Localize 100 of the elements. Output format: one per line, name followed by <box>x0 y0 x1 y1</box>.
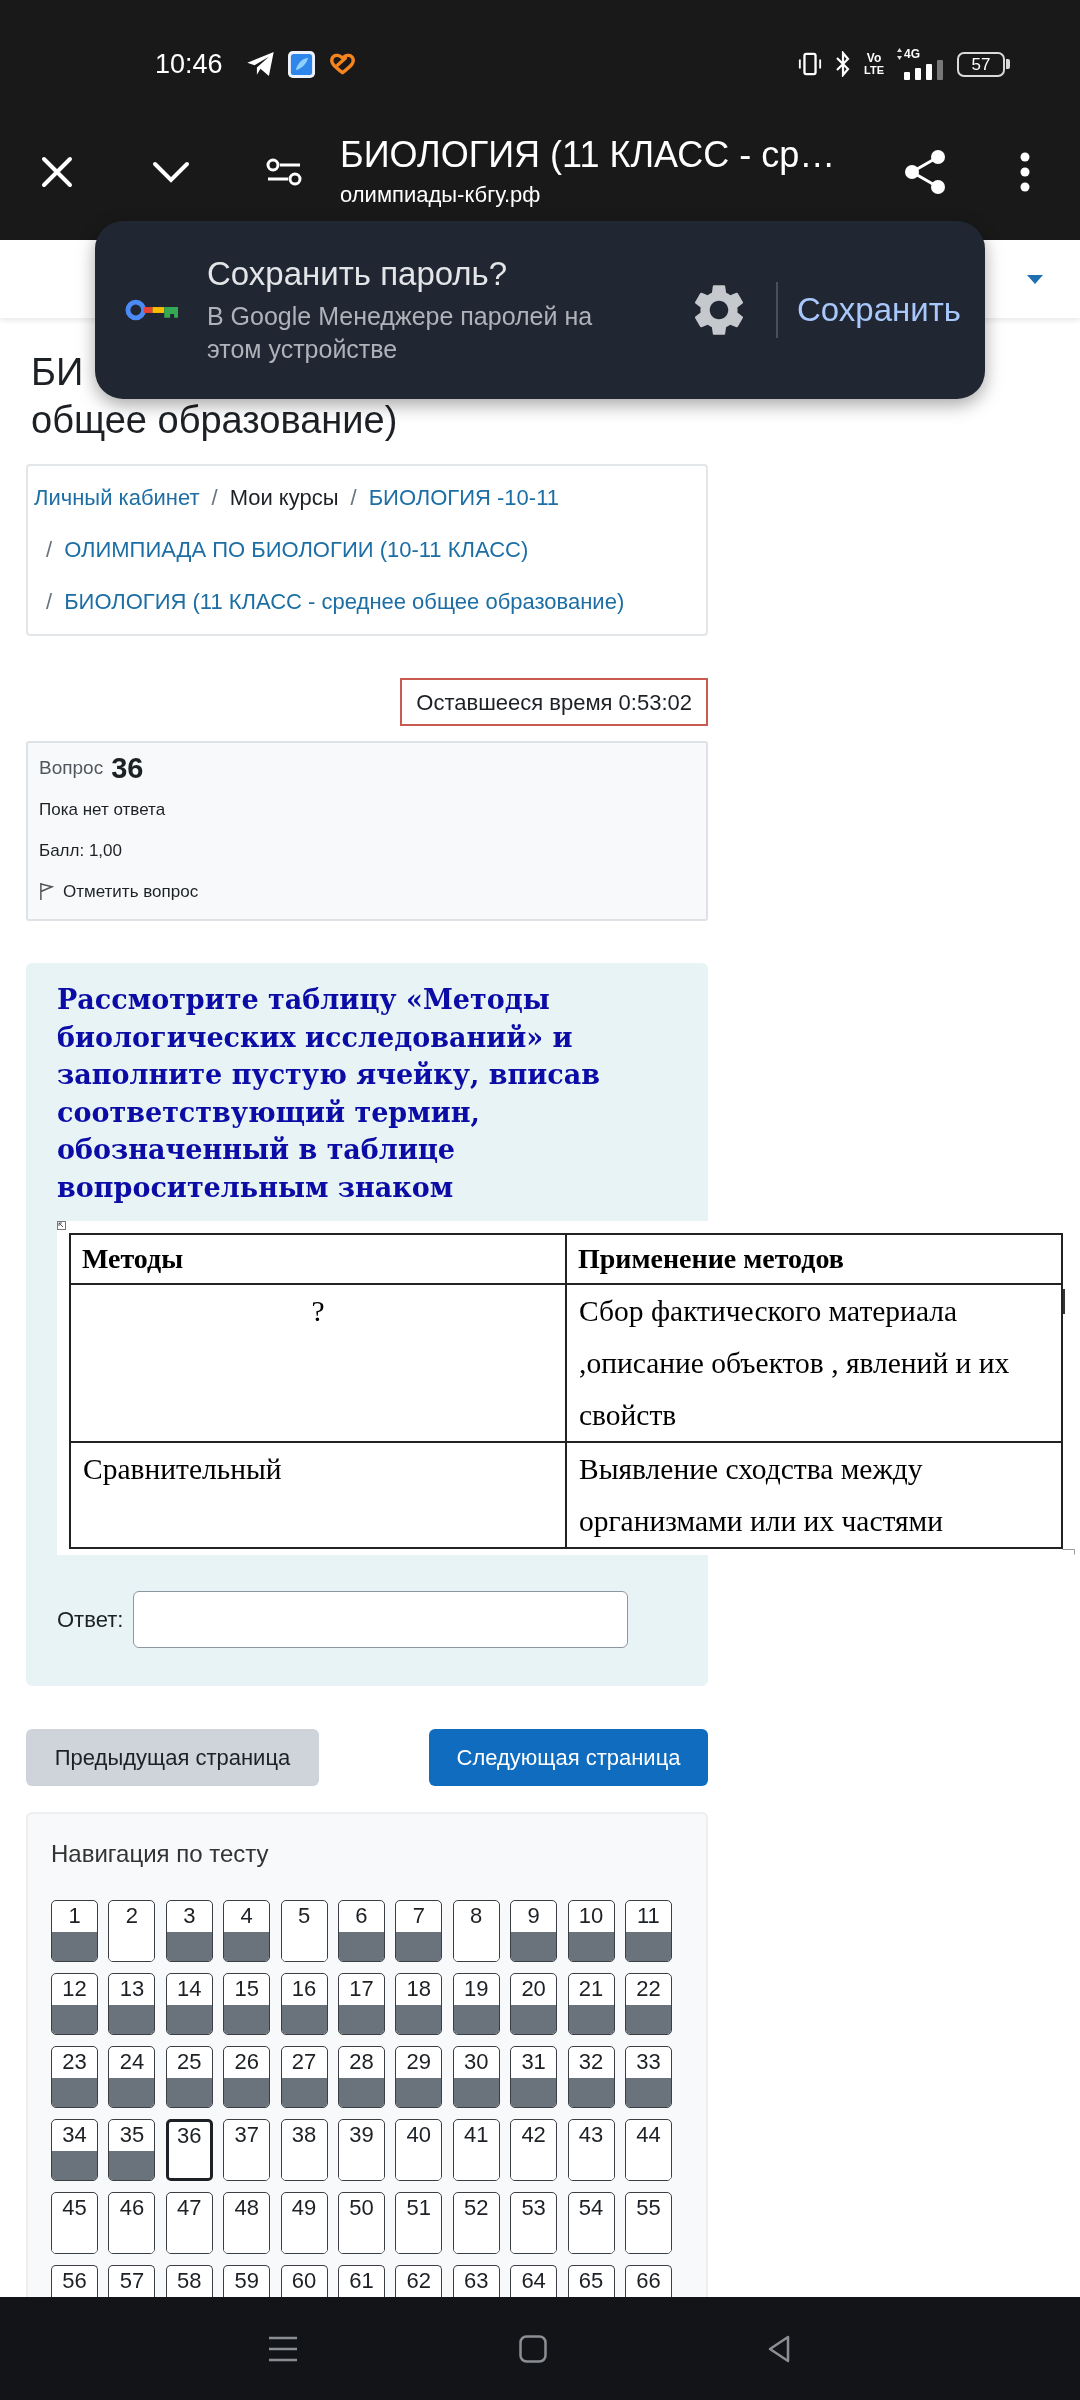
question-nav-button[interactable]: 37 <box>223 2119 271 2181</box>
question-nav-button[interactable]: 49 <box>280 2192 328 2254</box>
question-nav-button[interactable]: 62 <box>395 2265 443 2297</box>
data-arrows-icon <box>897 48 902 60</box>
question-nav-button[interactable]: 33 <box>624 2046 672 2108</box>
breadcrumb-separator: / <box>46 588 54 616</box>
breadcrumb-link[interactable]: Личный кабинет <box>34 472 200 524</box>
home-square-icon[interactable] <box>519 2334 547 2363</box>
question-nav-button[interactable]: 60 <box>280 2265 328 2297</box>
question-nav-button[interactable]: 5 <box>280 1900 328 1962</box>
question-nav-button[interactable]: 18 <box>395 1973 443 2035</box>
page-url: олимпиады-кбгу.рф <box>340 181 541 209</box>
question-nav-button[interactable]: 1 <box>51 1900 98 1962</box>
breadcrumb-link[interactable]: БИОЛОГИЯ -10-11 <box>368 472 559 524</box>
question-nav-button[interactable]: 25 <box>165 2046 213 2108</box>
back-icon[interactable] <box>768 2334 790 2363</box>
question-nav-button[interactable]: 15 <box>223 1973 271 2035</box>
table-handle-icon[interactable] <box>57 1221 66 1230</box>
table-cell: Сбор фактического материала ,описание объектов , явлений и их свойств <box>566 1284 1062 1442</box>
question-nav-button[interactable]: 16 <box>280 1973 328 2035</box>
question-nav-button[interactable]: 56 <box>51 2265 98 2297</box>
question-nav-button[interactable]: 42 <box>510 2119 558 2181</box>
flag-question-button[interactable]: Отметить вопрос <box>39 878 199 905</box>
settings-icon[interactable] <box>694 285 744 335</box>
save-password-button[interactable]: Сохранить <box>797 285 961 335</box>
question-nav-button[interactable]: 32 <box>567 2046 615 2108</box>
timer: Оставшееся время 0:53:02 <box>400 678 708 726</box>
question-nav-button[interactable]: 57 <box>108 2265 156 2297</box>
question-nav-button[interactable]: 58 <box>165 2265 213 2297</box>
question-nav-button[interactable]: 26 <box>223 2046 271 2108</box>
question-nav-button[interactable]: 46 <box>108 2192 156 2254</box>
question-nav-button[interactable]: 43 <box>567 2119 615 2181</box>
breadcrumb-link[interactable]: ОЛИМПИАДА ПО БИОЛОГИИ (10-11 КЛАСС) <box>64 524 529 576</box>
question-nav-button[interactable]: 48 <box>223 2192 271 2254</box>
question-nav-button[interactable]: 20 <box>510 1973 558 2035</box>
question-nav-button[interactable]: 64 <box>510 2265 558 2297</box>
question-nav-button[interactable]: 54 <box>567 2192 615 2254</box>
close-icon[interactable] <box>41 156 73 188</box>
prompt-subtitle: В Google Менеджере паролей на этом устройстве <box>207 301 594 365</box>
question-nav-button[interactable]: 41 <box>452 2119 500 2181</box>
resize-handle-icon[interactable] <box>1063 1289 1065 1314</box>
question-nav-button[interactable]: 40 <box>395 2119 443 2181</box>
menu-icon[interactable] <box>269 2335 297 2362</box>
more-options-icon[interactable] <box>1020 152 1030 192</box>
question-nav-button[interactable]: 31 <box>510 2046 558 2108</box>
question-nav-button[interactable]: 39 <box>337 2119 385 2181</box>
question-nav-button[interactable]: 63 <box>452 2265 500 2297</box>
resize-corner-icon[interactable] <box>1062 1549 1075 1555</box>
question-nav-button[interactable]: 34 <box>51 2119 98 2181</box>
question-nav-button[interactable]: 52 <box>452 2192 500 2254</box>
bluetooth-icon <box>835 51 852 77</box>
question-nav-button[interactable]: 13 <box>108 1973 156 2035</box>
question-nav-button[interactable]: 8 <box>452 1900 500 1962</box>
question-nav-button[interactable]: 14 <box>165 1973 213 2035</box>
question-nav-button[interactable]: 21 <box>567 1973 615 2035</box>
question-nav-button[interactable]: 4 <box>223 1900 271 1962</box>
question-nav-button[interactable]: 10 <box>567 1900 615 1962</box>
question-nav-button[interactable]: 51 <box>395 2192 443 2254</box>
question-nav-button[interactable]: 59 <box>223 2265 271 2297</box>
question-nav-button[interactable]: 38 <box>280 2119 328 2181</box>
next-page-button[interactable]: Следующая страница <box>429 1729 708 1786</box>
caret-down-icon[interactable] <box>1027 274 1043 284</box>
question-nav-button[interactable]: 45 <box>51 2192 98 2254</box>
question-nav-button[interactable]: 2 <box>108 1900 156 1962</box>
question-nav-button[interactable]: 53 <box>510 2192 558 2254</box>
question-nav-button[interactable]: 30 <box>452 2046 500 2108</box>
question-nav-button[interactable]: 35 <box>108 2119 156 2181</box>
heart-icon <box>328 52 356 76</box>
question-nav-button[interactable]: 3 <box>165 1900 213 1962</box>
tune-icon[interactable] <box>266 157 302 187</box>
column-header: Методы <box>70 1234 566 1284</box>
breadcrumb-separator: / <box>350 484 358 512</box>
answer-field[interactable] <box>133 1591 629 1648</box>
question-nav-button[interactable]: 12 <box>51 1973 98 2035</box>
question-nav-button[interactable]: 11 <box>624 1900 672 1962</box>
question-nav-button[interactable]: 65 <box>567 2265 615 2297</box>
question-nav-button[interactable]: 19 <box>452 1973 500 2035</box>
question-nav-button[interactable]: 6 <box>337 1900 385 1962</box>
question-nav-button[interactable]: 44 <box>624 2119 672 2181</box>
question-nav-button[interactable]: 29 <box>395 2046 443 2108</box>
question-nav-button[interactable]: 24 <box>108 2046 156 2108</box>
question-nav-button[interactable]: 36 <box>165 2119 213 2181</box>
previous-page-button[interactable]: Предыдущая страница <box>26 1729 319 1786</box>
question-nav-button[interactable]: 47 <box>165 2192 213 2254</box>
share-icon[interactable] <box>904 149 946 195</box>
question-nav-button[interactable]: 28 <box>337 2046 385 2108</box>
question-nav-button[interactable]: 22 <box>624 1973 672 2035</box>
table-cell: ? <box>70 1284 566 1442</box>
question-nav-button[interactable]: 23 <box>51 2046 98 2108</box>
question-nav-button[interactable]: 27 <box>280 2046 328 2108</box>
question-nav-button[interactable]: 9 <box>510 1900 558 1962</box>
question-nav-button[interactable]: 55 <box>624 2192 672 2254</box>
breadcrumb-link[interactable]: БИОЛОГИЯ (11 КЛАСС - среднее общее образование) <box>64 576 625 628</box>
question-nav-button[interactable]: 17 <box>337 1973 385 2035</box>
question-nav-button[interactable]: 66 <box>624 2265 672 2297</box>
question-nav-button[interactable]: 50 <box>337 2192 385 2254</box>
question-nav-button[interactable]: 7 <box>395 1900 443 1962</box>
question-nav-button[interactable]: 61 <box>337 2265 385 2297</box>
chevron-down-icon[interactable] <box>152 161 190 183</box>
breadcrumb-separator: / <box>211 484 219 512</box>
